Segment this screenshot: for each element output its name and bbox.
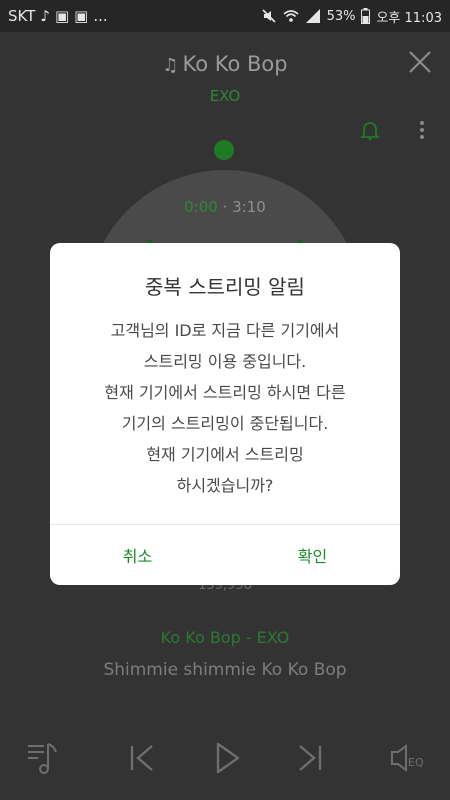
play-icon[interactable] xyxy=(206,738,246,778)
duplicate-streaming-dialog: 중복 스트리밍 알림 고객님의 ID로 지금 다른 기기에서 스트리밍 이용 중… xyxy=(50,243,400,585)
cancel-button[interactable]: 취소 xyxy=(50,525,225,585)
carrier-label: SKT xyxy=(8,7,36,25)
dialog-message: 고객님의 ID로 지금 다른 기기에서 스트리밍 이용 중입니다. 현재 기기에… xyxy=(62,315,388,501)
time-total: 3:10 xyxy=(232,198,266,216)
more-options-icon[interactable] xyxy=(418,118,426,146)
mute-icon xyxy=(261,9,276,23)
dialog-message-line: 기기의 스트리밍이 중단됩니다. xyxy=(121,414,329,433)
status-bar: SKT ♪ ▣ ▣ ... 53% 오후 11:03 xyxy=(0,0,450,32)
music-app-icon: ♪ xyxy=(40,7,50,25)
clock: 오후 11:03 xyxy=(376,10,442,26)
battery-icon xyxy=(361,8,371,24)
song-title-text: Ko Ko Bop xyxy=(182,52,288,76)
dialog-message-line: 스트리밍 이용 중입니다. xyxy=(143,352,307,371)
song-title: ♫ Ko Ko Bop xyxy=(0,52,450,76)
more-notifications: ... xyxy=(93,7,108,25)
equalizer-icon[interactable]: EQ xyxy=(386,738,426,778)
dialog-message-line: 고객님의 ID로 지금 다른 기기에서 xyxy=(110,321,340,340)
confirm-button[interactable]: 확인 xyxy=(225,525,400,585)
dialog-title: 중복 스트리밍 알림 xyxy=(145,275,305,299)
time-separator: · xyxy=(217,198,233,216)
dialog-message-line: 현재 기기에서 스트리밍 xyxy=(146,445,304,464)
playback-time: 0:00 · 3:10 xyxy=(0,198,450,216)
player-controls: EQ xyxy=(0,732,450,788)
notification-icon: ▣ xyxy=(54,7,70,25)
previous-track-icon[interactable] xyxy=(122,738,162,778)
lyric-next[interactable]: Shimmie shimmie Ko Ko Bop xyxy=(0,660,450,680)
playback-indicator xyxy=(214,140,234,160)
lyric-current[interactable]: Ko Ko Bop - EXO xyxy=(0,628,450,647)
notification-icon: ▣ xyxy=(74,7,89,25)
music-note-icon: ♫ xyxy=(162,55,179,76)
next-track-icon[interactable] xyxy=(290,738,330,778)
dialog-message-line: 하시겠습니까? xyxy=(176,476,274,495)
svg-text:EQ: EQ xyxy=(408,756,424,769)
close-icon[interactable] xyxy=(406,48,434,76)
signal-icon xyxy=(305,9,320,23)
bell-icon[interactable] xyxy=(358,118,382,142)
playlist-icon[interactable] xyxy=(24,738,64,778)
dialog-message-line: 현재 기기에서 스트리밍 하시면 다른 xyxy=(104,383,346,402)
wifi-icon xyxy=(283,10,299,22)
battery-percent: 53% xyxy=(326,8,356,24)
time-current: 0:00 xyxy=(184,198,218,216)
artist-name[interactable]: EXO xyxy=(0,87,450,105)
